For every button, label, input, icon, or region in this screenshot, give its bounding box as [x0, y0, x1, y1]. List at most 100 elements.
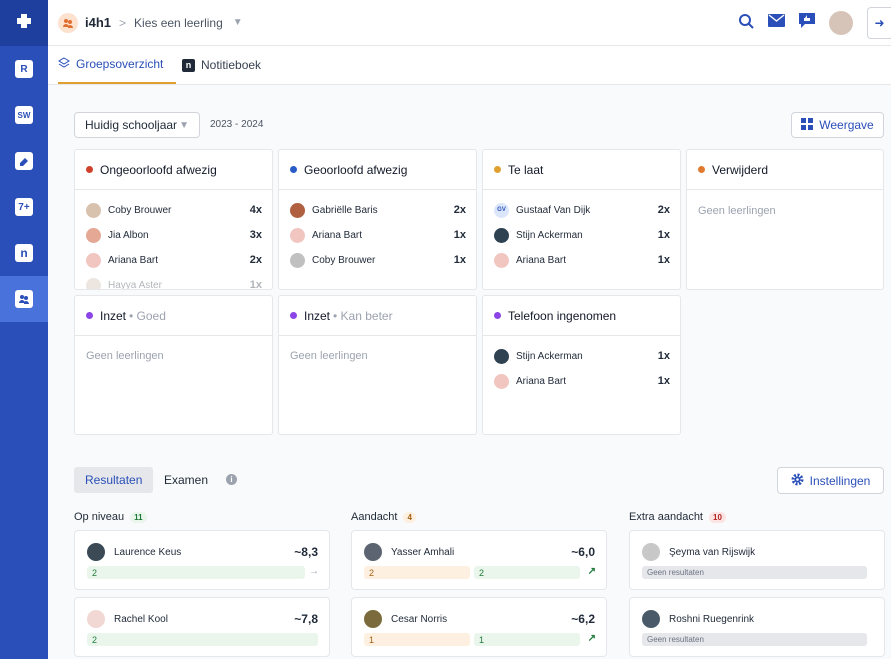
- avatar: [290, 202, 305, 218]
- avatar: [642, 543, 660, 561]
- result-card[interactable]: Roshni Ruegenrink Geen resultaten: [629, 597, 885, 657]
- card-title: Verwijderd: [712, 162, 769, 177]
- avatar: [290, 227, 305, 243]
- student-picker[interactable]: Kies een leerling: [134, 16, 223, 30]
- count-badge: 11: [130, 511, 147, 523]
- list-item[interactable]: Hayya Aster 1x: [86, 277, 262, 289]
- sidebar-item-sw[interactable]: SW: [0, 92, 48, 138]
- feedback-thumbs-up-icon[interactable]: [799, 13, 815, 33]
- avatar: [494, 373, 509, 389]
- card-verwijderd[interactable]: Verwijderd Geen leerlingen: [686, 149, 884, 290]
- list-item[interactable]: Ariana Bart 2x: [86, 252, 262, 268]
- sw-icon: SW: [15, 106, 33, 124]
- status-dot-icon: [494, 166, 501, 173]
- card-header: Inzet • Goed: [75, 296, 272, 336]
- tab-groepsoverzicht[interactable]: Groepsoverzicht: [58, 46, 176, 84]
- list-item[interactable]: Ariana Bart 1x: [290, 227, 466, 243]
- result-card[interactable]: Cesar Norris ~6,2 1 1 ↗: [351, 597, 607, 657]
- student: Cesar Norris: [364, 610, 447, 628]
- result-card[interactable]: Yasser Amhali ~6,0 2 2 ↗: [351, 530, 607, 590]
- avatar: [364, 610, 382, 628]
- list-item[interactable]: GV Gustaaf Van Dijk 2x: [494, 202, 670, 218]
- avatar: [364, 543, 382, 561]
- count-badge: 10: [709, 511, 726, 523]
- list-item[interactable]: Jia Albon 3x: [86, 227, 262, 243]
- chevron-down-icon[interactable]: ▼: [233, 17, 243, 28]
- sidebar-item-notebook[interactable]: n: [0, 230, 48, 276]
- card-telefoon-ingenomen[interactable]: Telefoon ingenomen Stijn Ackerman 1x Ari…: [482, 295, 681, 435]
- tab-notitieboek[interactable]: n Notitieboek: [182, 46, 261, 84]
- result-bar: 2: [87, 566, 305, 579]
- list-item[interactable]: Coby Brouwer 4x: [86, 202, 262, 218]
- status-dot-icon: [698, 166, 705, 173]
- student-name: Stijn Ackerman: [516, 229, 583, 241]
- list-item[interactable]: Ariana Bart 1x: [494, 373, 670, 389]
- column-aandacht: Aandacht 4: [351, 511, 416, 523]
- list-item[interactable]: Stijn Ackerman 1x: [494, 227, 670, 243]
- result-card[interactable]: Rachel Kool ~7,8 2: [74, 597, 330, 657]
- card-inzet-kan-beter[interactable]: Inzet • Kan beter Geen leerlingen: [278, 295, 477, 435]
- schoolyear-select[interactable]: Huidig schooljaar ▼: [74, 112, 200, 138]
- list-item[interactable]: Gabriëlle Baris 2x: [290, 202, 466, 218]
- list-item[interactable]: Ariana Bart 1x: [494, 252, 670, 268]
- card-subtitle: • Kan beter: [333, 308, 393, 323]
- list-item[interactable]: Stijn Ackerman 1x: [494, 348, 670, 364]
- card-geoorloofd-afwezig[interactable]: Geoorloofd afwezig Gabriëlle Baris 2x Ar…: [278, 149, 477, 290]
- card-header: Ongeoorloofd afwezig: [75, 150, 272, 190]
- student: Roshni Ruegenrink: [642, 610, 754, 628]
- avatar: [86, 277, 101, 289]
- student-name: Gustaaf Van Dijk: [516, 204, 591, 216]
- avatar: [86, 227, 101, 243]
- notebook-icon: n: [182, 58, 195, 72]
- student: Şeyma van Rijswijk: [642, 543, 755, 561]
- count: 1x: [453, 254, 466, 266]
- student-name: Şeyma van Rijswijk: [669, 546, 756, 558]
- student-name: Coby Brouwer: [312, 254, 376, 266]
- student: Laurence Keus: [87, 543, 181, 561]
- result-card[interactable]: Şeyma van Rijswijk Geen resultaten: [629, 530, 885, 590]
- card-te-laat[interactable]: Te laat GV Gustaaf Van Dijk 2x Stijn Ack…: [482, 149, 681, 290]
- group-name[interactable]: i4h1: [85, 15, 111, 30]
- info-icon[interactable]: i: [226, 474, 237, 485]
- student-name: Roshni Ruegenrink: [669, 613, 755, 625]
- column-title: Op niveau: [74, 511, 125, 523]
- tab-bar: Groepsoverzicht n Notitieboek: [48, 46, 891, 85]
- settings-button[interactable]: Instellingen: [777, 467, 884, 494]
- tab-resultaten[interactable]: Resultaten: [74, 467, 154, 493]
- count: 1x: [657, 229, 670, 241]
- result-bar: 1: [364, 633, 470, 646]
- settings-button-label: Instellingen: [809, 473, 871, 488]
- tab-examen[interactable]: Examen: [153, 467, 219, 493]
- app-logo[interactable]: [0, 0, 48, 46]
- sidebar: R SW 7+ n: [0, 0, 48, 659]
- count-badge: 4: [403, 511, 416, 523]
- card-inzet-goed[interactable]: Inzet • Goed Geen leerlingen: [74, 295, 273, 435]
- count: 2x: [453, 204, 466, 216]
- status-dot-icon: [86, 166, 93, 173]
- logout-button[interactable]: ➜: [867, 7, 891, 39]
- trend-arrow-icon: →: [309, 566, 319, 577]
- sidebar-item-eraser[interactable]: [0, 138, 48, 184]
- sidebar-item-group[interactable]: [0, 276, 48, 322]
- student: Rachel Kool: [87, 610, 168, 628]
- user-avatar[interactable]: [829, 11, 853, 35]
- avatar: [87, 543, 105, 561]
- sidebar-item-seven-plus[interactable]: 7+: [0, 184, 48, 230]
- view-button[interactable]: Weergave: [791, 112, 884, 138]
- search-icon[interactable]: [738, 13, 754, 34]
- rooster-icon: R: [15, 60, 33, 78]
- result-card[interactable]: Laurence Keus ~8,3 2 →: [74, 530, 330, 590]
- average-score: ~7,8: [294, 612, 318, 626]
- column-title: Extra aandacht: [629, 511, 703, 523]
- avatar: GV: [494, 202, 509, 218]
- mail-icon[interactable]: [768, 14, 785, 32]
- count: 2x: [657, 204, 670, 216]
- card-ongeoorloofd-afwezig[interactable]: Ongeoorloofd afwezig Coby Brouwer 4x Jia…: [74, 149, 273, 290]
- no-results-bar: Geen resultaten: [642, 566, 867, 579]
- avatar: [86, 202, 101, 218]
- student-name: Coby Brouwer: [108, 204, 172, 216]
- sidebar-item-rooster[interactable]: R: [0, 46, 48, 92]
- list-item[interactable]: Coby Brouwer 1x: [290, 252, 466, 268]
- result-bar: 2: [474, 566, 580, 579]
- count: 1x: [657, 350, 670, 362]
